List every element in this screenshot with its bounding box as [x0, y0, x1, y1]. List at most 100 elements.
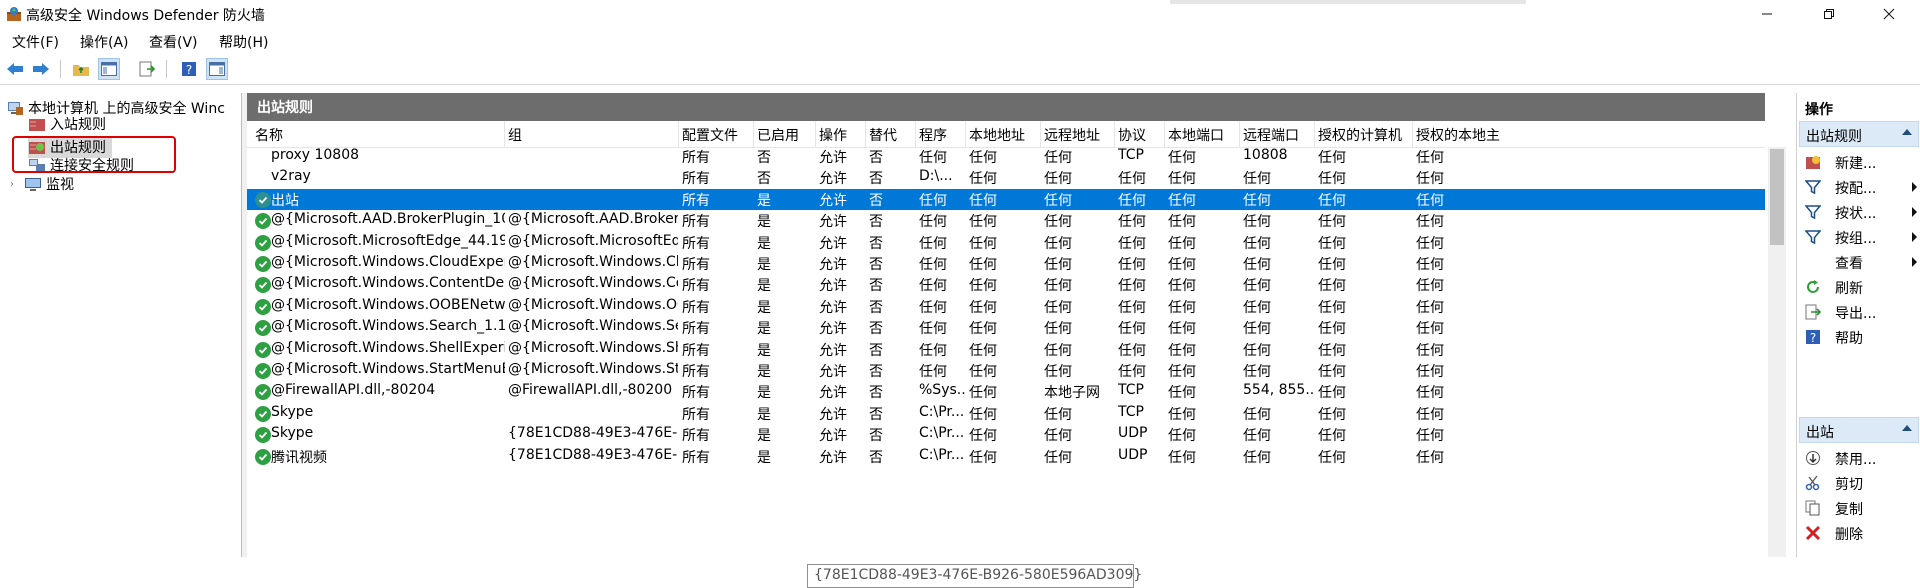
rule-cell: UDP — [1118, 446, 1148, 463]
action-item[interactable]: 复制 — [1797, 495, 1920, 521]
rule-cell: 所有 — [682, 150, 710, 166]
action-item[interactable]: 按配... — [1797, 174, 1920, 200]
action-item[interactable]: 禁用... — [1797, 445, 1920, 471]
scrollbar-thumb[interactable] — [1770, 149, 1784, 245]
column-divider[interactable] — [965, 121, 966, 147]
column-header[interactable]: 已启用 — [757, 125, 817, 145]
vertical-scrollbar[interactable] — [1768, 147, 1786, 557]
action-label: 禁用... — [1835, 452, 1877, 468]
rule-cell: 任何 — [1168, 406, 1196, 423]
actions-section-selected-rule[interactable]: 出站 — [1799, 417, 1919, 443]
rule-row[interactable]: @{Microsoft.Windows.OOBENetworkCa...@{Mi… — [247, 296, 1765, 317]
column-divider[interactable] — [1164, 121, 1165, 147]
rule-row[interactable]: 腾讯视频 {78E1CD88-49E3-476E-B9...所有 是 允许 否 C:\Pr… — [247, 446, 1765, 467]
rule-cell: 任何 — [969, 171, 997, 188]
column-header[interactable]: 替代 — [869, 125, 917, 145]
tree-item-monitor[interactable]: › 监视 — [10, 173, 74, 195]
menu-help[interactable]: 帮助(H) — [219, 32, 268, 52]
column-header[interactable]: 组 — [508, 125, 678, 145]
rules-pane: 出站规则 名称组配置文件 已启用 操作 替代 程序 本地地址 远程地址 协议 本地端口 远程端口授… — [247, 93, 1765, 588]
column-header[interactable]: 操作 — [819, 125, 867, 145]
column-header[interactable]: 远程地址 — [1044, 125, 1116, 145]
action-item[interactable]: 查看 — [1797, 249, 1920, 275]
rule-cell: {78E1CD88-49E3-476E-B9... — [508, 446, 678, 463]
column-divider[interactable] — [915, 121, 916, 147]
rule-row[interactable]: @{Microsoft.Windows.Search_1.14.0.19...@… — [247, 317, 1765, 338]
rule-cell: 所有 — [682, 449, 710, 466]
show-hide-action-pane-button[interactable] — [206, 58, 228, 80]
tree-item-inbound[interactable]: 入站规则 — [28, 115, 106, 133]
action-item[interactable]: 按组... — [1797, 224, 1920, 250]
pane-title: 出站规则 — [247, 93, 1765, 121]
rule-cell: 任何 — [1168, 342, 1196, 359]
help-button[interactable]: ? — [178, 58, 200, 80]
rule-row[interactable]: @{Microsoft.AAD.BrokerPlugin_1000.19...@… — [247, 210, 1765, 231]
rule-row[interactable]: @{Microsoft.Windows.ContentDelivery...@{… — [247, 274, 1765, 295]
column-header[interactable]: 协议 — [1118, 125, 1166, 145]
rule-cell: 任何 — [1168, 192, 1196, 209]
rule-cell: 任何 — [1044, 321, 1072, 338]
column-divider[interactable] — [504, 121, 505, 147]
up-folder-button[interactable] — [70, 58, 92, 80]
action-item[interactable]: ? 帮助 — [1797, 324, 1920, 350]
column-divider[interactable] — [678, 121, 679, 147]
column-divider[interactable] — [753, 121, 754, 147]
rule-row[interactable]: Skype {78E1CD88-49E3-476E-B9...所有 是 允许 否 C:\P… — [247, 424, 1765, 445]
action-item[interactable]: 按状... — [1797, 199, 1920, 225]
rule-row[interactable]: Skype 所有是允许否 C:\Pr... 任何 任何 TCP 任何 任何 任何 任何 — [247, 403, 1765, 424]
actions-section-outbound-rules[interactable]: 出站规则 — [1799, 121, 1919, 147]
column-header[interactable]: 本地地址 — [969, 125, 1041, 145]
rule-cell: 是 — [757, 192, 771, 209]
column-header[interactable]: 授权的本地主 — [1416, 125, 1506, 145]
menu-action[interactable]: 操作(A) — [80, 32, 129, 52]
column-divider[interactable] — [1412, 121, 1413, 147]
minimize-button[interactable] — [1744, 0, 1790, 28]
rule-cell: 所有 — [682, 214, 710, 231]
expand-chevron-icon[interactable]: › — [10, 179, 24, 190]
rule-row[interactable]: @{Microsoft.Windows.CloudExperience...@{… — [247, 253, 1765, 274]
rule-cell: 否 — [869, 385, 883, 402]
back-button[interactable] — [4, 58, 26, 80]
restore-button[interactable] — [1806, 0, 1852, 28]
action-label: 剪切 — [1835, 477, 1863, 493]
action-item[interactable]: 新建... — [1797, 149, 1920, 175]
rule-cell: 任何 — [1243, 342, 1271, 359]
rule-cell: 允许 — [819, 449, 847, 466]
rule-row[interactable]: @{Microsoft.Windows.ShellExperience...@{… — [247, 339, 1765, 360]
column-header[interactable]: 名称 — [255, 125, 505, 145]
column-divider[interactable] — [1040, 121, 1041, 147]
column-divider[interactable] — [1114, 121, 1115, 147]
rule-row[interactable]: 出站 所有 是 允许 否 任何 任何 任何 任何 任何 任何 任何 任何 — [247, 188, 1765, 210]
rule-cell: 任何 — [1168, 171, 1196, 188]
enabled-check-icon — [255, 277, 271, 294]
rule-cell: 否 — [869, 171, 883, 188]
rule-row[interactable]: v2ray 所有 否 允许 否 D:\... 任何 任何 任何 任何 任何 任何 任何 — [247, 167, 1765, 188]
column-header[interactable]: 本地端口 — [1168, 125, 1240, 145]
column-header[interactable]: 授权的计算机 — [1318, 125, 1413, 145]
export-list-button[interactable] — [136, 58, 158, 80]
menu-view[interactable]: 查看(V) — [149, 32, 198, 52]
action-item[interactable]: 删除 — [1797, 520, 1920, 546]
column-divider[interactable] — [815, 121, 816, 147]
action-item[interactable]: 刷新 — [1797, 274, 1920, 300]
column-divider[interactable] — [865, 121, 866, 147]
action-item[interactable]: 剪切 — [1797, 470, 1920, 496]
rule-cell: 任何 — [1118, 299, 1146, 316]
close-button[interactable] — [1866, 0, 1912, 28]
column-divider[interactable] — [1314, 121, 1315, 147]
forward-button[interactable] — [30, 58, 52, 80]
column-header[interactable]: 远程端口 — [1243, 125, 1315, 145]
menu-file[interactable]: 文件(F) — [12, 32, 59, 52]
rule-row[interactable]: @{Microsoft.MicrosoftEdge_44.19041.1...@… — [247, 232, 1765, 253]
column-header[interactable]: 配置文件 — [682, 125, 754, 145]
rule-row[interactable]: @{Microsoft.Windows.StartMenuExperi...@{… — [247, 360, 1765, 381]
action-item[interactable]: 导出... — [1797, 299, 1920, 325]
rule-row[interactable]: @FirewallAPI.dll,-80204 @FirewallAPI.dll,… — [247, 381, 1765, 402]
filter-icon — [1804, 204, 1822, 220]
column-divider[interactable] — [1239, 121, 1240, 147]
rule-row[interactable]: proxy 10808 所有 否 允许 否 任何 任何 任何 TCP 任何 10808 任何 任何 — [247, 147, 1765, 167]
rule-cell: 允许 — [819, 192, 847, 209]
column-header[interactable]: 程序 — [919, 125, 967, 145]
rule-cell: 允许 — [819, 364, 847, 380]
show-hide-tree-button[interactable] — [98, 58, 120, 80]
